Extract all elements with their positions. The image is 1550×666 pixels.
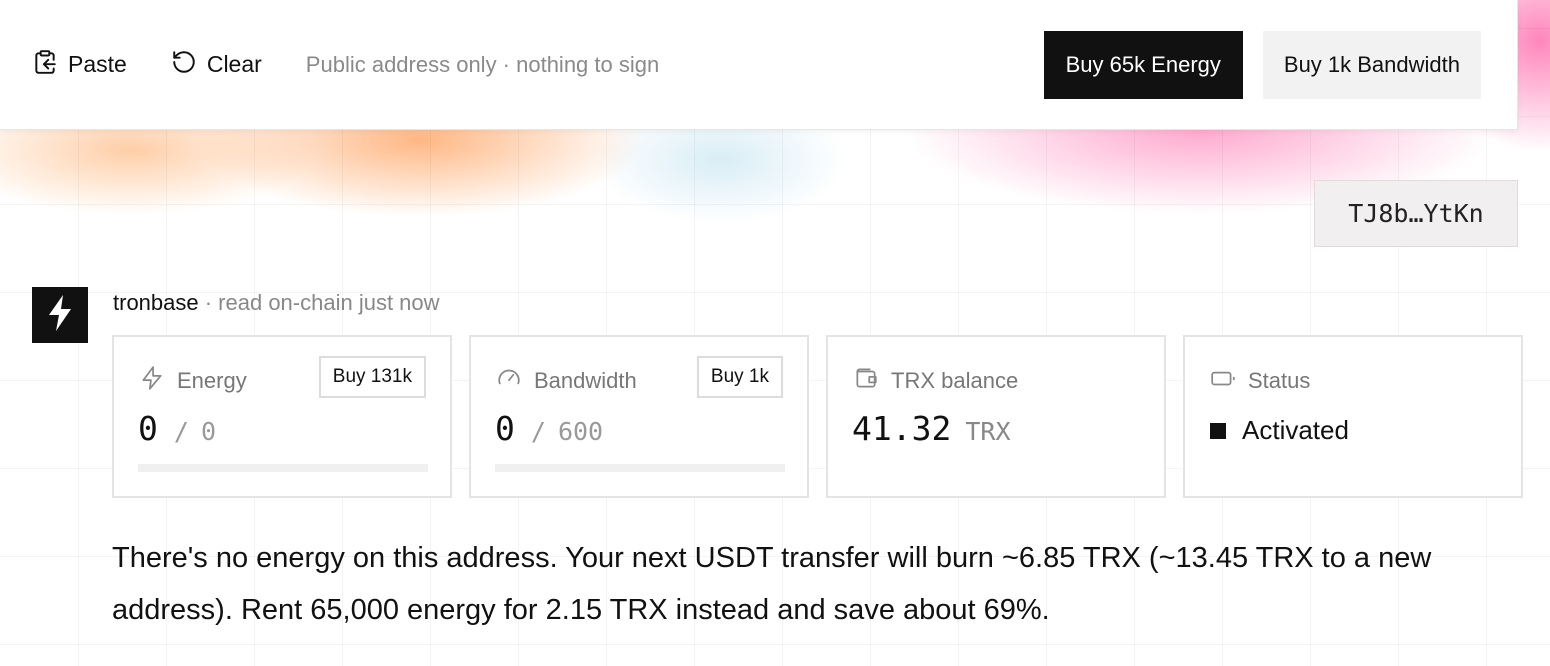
buy-bandwidth-button[interactable]: Buy 1k Bandwidth	[1262, 30, 1481, 99]
clipboard-icon	[32, 49, 58, 81]
rotate-ccw-icon	[171, 49, 197, 81]
energy-card-label: Energy	[139, 365, 247, 397]
trx-label-text: TRX balance	[891, 368, 1019, 393]
buy-131k-button[interactable]: Buy 131k	[318, 356, 426, 398]
trx-card-label: TRX balance	[853, 365, 1018, 397]
bandwidth-total: 600	[557, 417, 604, 446]
energy-label-text: Energy	[177, 368, 247, 393]
energy-progress-bar	[138, 464, 428, 472]
zap-icon	[139, 365, 165, 397]
status-text: Activated	[1242, 415, 1349, 445]
top-toolbar: Paste Clear Public address only · nothin…	[0, 0, 1518, 130]
status-label-text: Status	[1248, 368, 1311, 393]
savings-message: There's no energy on this address. Your …	[112, 542, 1432, 626]
trx-amount: 41.32	[852, 409, 952, 448]
energy-used: 0	[138, 409, 158, 448]
clear-button[interactable]: Clear	[171, 49, 262, 81]
paste-label: Paste	[68, 51, 127, 77]
trx-value: 41.32 TRX	[852, 409, 1011, 448]
bandwidth-used: 0	[495, 409, 515, 448]
buy-energy-button[interactable]: Buy 65k Energy	[1043, 30, 1243, 99]
brand-line: tronbase · read on-chain just now	[113, 290, 440, 316]
energy-separator: /	[173, 417, 189, 446]
bandwidth-card-label: Bandwidth	[496, 365, 637, 397]
trx-unit: TRX	[965, 417, 1011, 446]
brand-name: tronbase	[113, 290, 199, 315]
status-indicator	[1210, 422, 1226, 439]
brand-subtitle: · read on-chain just now	[198, 290, 440, 315]
bolt-icon	[47, 294, 73, 336]
bandwidth-card: Bandwidth Buy 1k 0 / 600	[469, 335, 809, 498]
paste-button[interactable]: Paste	[32, 49, 127, 81]
battery-icon	[1210, 365, 1236, 397]
brand-logo	[32, 287, 88, 343]
trx-balance-card: TRX balance 41.32 TRX	[826, 335, 1166, 498]
address-hint: Public address only · nothing to sign	[305, 51, 660, 77]
status-card: Status Activated	[1183, 335, 1523, 498]
address-chip[interactable]: TJ8b…YtKn	[1314, 180, 1518, 247]
status-value: Activated	[1210, 415, 1349, 446]
gauge-icon	[496, 365, 522, 397]
bandwidth-separator: /	[530, 417, 546, 446]
bandwidth-progress-bar	[495, 464, 785, 472]
status-card-label: Status	[1210, 365, 1310, 397]
energy-total: 0	[200, 417, 216, 446]
buy-1k-button[interactable]: Buy 1k	[696, 356, 783, 398]
energy-card: Energy Buy 131k 0 / 0	[112, 335, 452, 498]
wallet-icon	[853, 365, 879, 397]
bandwidth-label-text: Bandwidth	[534, 368, 637, 393]
clear-label: Clear	[206, 51, 262, 77]
energy-value: 0 / 0	[138, 409, 216, 448]
resource-cards: Energy Buy 131k 0 / 0 Bandwidth Buy 1k 0…	[112, 335, 1523, 498]
bandwidth-value: 0 / 600	[495, 409, 603, 448]
